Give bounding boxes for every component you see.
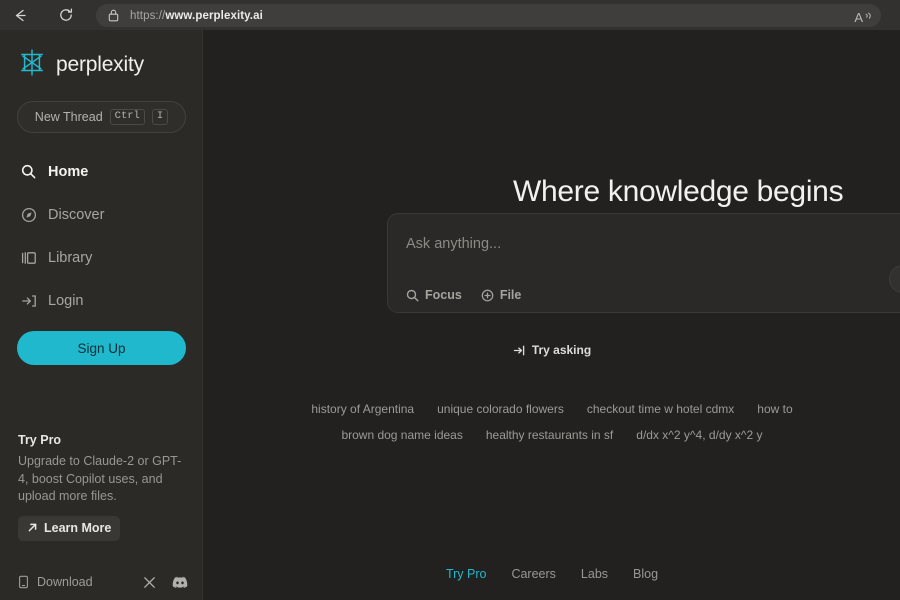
ask-anything-box[interactable]: Ask anything... Focus File <box>387 213 900 313</box>
file-label: File <box>499 288 522 302</box>
read-aloud-icon[interactable]: A <box>854 10 873 25</box>
download-label: Download <box>37 575 93 589</box>
sidebar-item-home[interactable]: Home <box>0 150 202 193</box>
footer-link[interactable]: Labs <box>581 567 608 581</box>
mobile-phone-icon <box>18 575 29 589</box>
sidebar: perplexity New Thread Ctrl I Home Discov… <box>0 30 203 600</box>
arrow-into-bracket-icon <box>513 344 526 357</box>
kbd-letter: I <box>151 109 169 125</box>
back-arrow-icon <box>12 7 29 24</box>
learn-more-label: Learn More <box>44 520 112 535</box>
suggestion-chip[interactable]: healthy restaurants in sf <box>486 428 613 442</box>
new-thread-label: New Thread <box>34 110 103 124</box>
discord-icon[interactable] <box>172 576 188 588</box>
main-content: Where knowledge begins Ask anything... F… <box>204 30 900 600</box>
sidebar-footer: Download <box>18 575 188 589</box>
sidebar-item-label: Home <box>48 163 89 180</box>
sign-up-label: Sign Up <box>77 340 126 356</box>
footer-link[interactable]: Careers <box>511 567 555 581</box>
new-thread-button[interactable]: New Thread Ctrl I <box>17 101 186 133</box>
try-asking-label: Try asking <box>531 343 592 357</box>
main-footer: Try Pro Careers Labs Blog <box>204 567 900 581</box>
file-button[interactable]: File <box>481 288 522 302</box>
page-title: Where knowledge begins <box>513 175 844 208</box>
kbd-modifier: Ctrl <box>109 109 145 125</box>
suggestion-chip[interactable]: brown dog name ideas <box>341 428 462 442</box>
url-bar[interactable]: https://www.perplexity.ai A <box>96 4 881 27</box>
read-aloud-label: A <box>854 10 863 25</box>
suggestion-chip[interactable]: history of Argentina <box>311 402 414 416</box>
footer-link[interactable]: Blog <box>633 567 658 581</box>
search-icon <box>406 289 419 302</box>
suggestion-row: history of Argentina unique colorado flow… <box>204 402 900 416</box>
compass-icon <box>20 207 37 223</box>
sign-up-button[interactable]: Sign Up <box>17 331 186 365</box>
x-twitter-icon[interactable] <box>143 576 156 589</box>
focus-label: Focus <box>425 288 462 302</box>
sidebar-item-login[interactable]: Login <box>0 279 202 322</box>
sidebar-nav: Home Discover Library Login <box>0 150 202 322</box>
perplexity-logo-icon <box>17 47 47 83</box>
try-pro-description: Upgrade to Claude-2 or GPT-4, boost Copi… <box>18 454 182 503</box>
footer-link[interactable]: Try Pro <box>446 567 487 581</box>
browser-chrome: https://www.perplexity.ai A <box>0 0 900 30</box>
reload-button[interactable] <box>52 1 80 29</box>
suggestion-chip[interactable]: checkout time w hotel cdmx <box>587 402 734 416</box>
search-icon <box>20 164 37 179</box>
lock-icon <box>108 9 119 22</box>
suggestion-chip[interactable]: how to <box>757 402 792 416</box>
try-pro-promo: Try Pro Upgrade to Claude-2 or GPT-4, bo… <box>18 433 190 541</box>
learn-more-button[interactable]: Learn More <box>18 515 121 541</box>
library-icon <box>20 250 37 266</box>
suggestion-row: brown dog name ideas healthy restaurants … <box>204 428 900 442</box>
suggestion-chip[interactable]: d/dx x^2 y^4, d/dy x^2 y <box>636 428 762 442</box>
url-text: https://www.perplexity.ai <box>130 9 263 22</box>
brand-logo[interactable]: perplexity <box>0 30 202 83</box>
focus-button[interactable]: Focus <box>406 288 462 302</box>
login-icon <box>20 293 37 309</box>
plus-circle-icon <box>481 289 494 302</box>
sidebar-item-label: Discover <box>48 206 105 223</box>
sidebar-item-library[interactable]: Library <box>0 236 202 279</box>
social-links <box>143 576 188 589</box>
try-pro-title: Try Pro <box>18 433 62 447</box>
sidebar-item-label: Login <box>48 292 84 309</box>
try-asking-header: Try asking <box>204 343 900 357</box>
arrow-up-right-icon <box>27 522 38 533</box>
sidebar-item-label: Library <box>48 249 93 266</box>
sidebar-item-discover[interactable]: Discover <box>0 193 202 236</box>
download-link[interactable]: Download <box>18 575 93 589</box>
brand-wordmark: perplexity <box>56 53 144 76</box>
reload-icon <box>58 7 74 23</box>
back-button[interactable] <box>6 1 34 29</box>
submit-knob-icon[interactable] <box>889 265 900 293</box>
ask-input-placeholder[interactable]: Ask anything... <box>406 236 501 252</box>
ask-toolbar: Focus File <box>406 288 521 302</box>
suggestion-chip[interactable]: unique colorado flowers <box>437 402 564 416</box>
